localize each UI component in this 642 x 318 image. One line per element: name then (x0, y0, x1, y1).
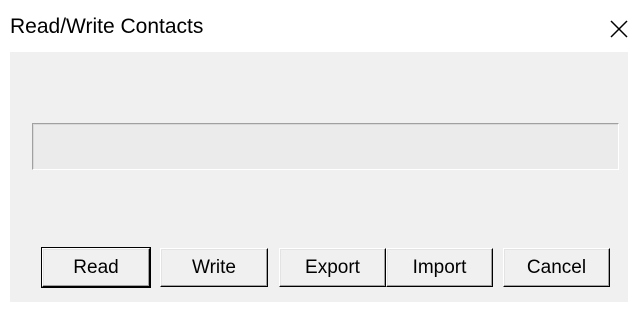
export-button[interactable]: Export (279, 248, 386, 287)
button-row: Read Write Export Import Cancel (10, 52, 628, 302)
window-title: Read/Write Contacts (10, 15, 204, 38)
read-button[interactable]: Read (41, 247, 151, 288)
close-icon (610, 20, 628, 38)
read-write-contacts-dialog: Read/Write Contacts Read Write Export Im… (0, 0, 642, 318)
title-bar: Read/Write Contacts (0, 0, 642, 52)
cancel-button[interactable]: Cancel (503, 248, 610, 287)
write-button[interactable]: Write (160, 248, 268, 287)
close-button[interactable] (602, 12, 636, 46)
import-button[interactable]: Import (386, 248, 493, 287)
dialog-body: Read Write Export Import Cancel (10, 52, 628, 302)
